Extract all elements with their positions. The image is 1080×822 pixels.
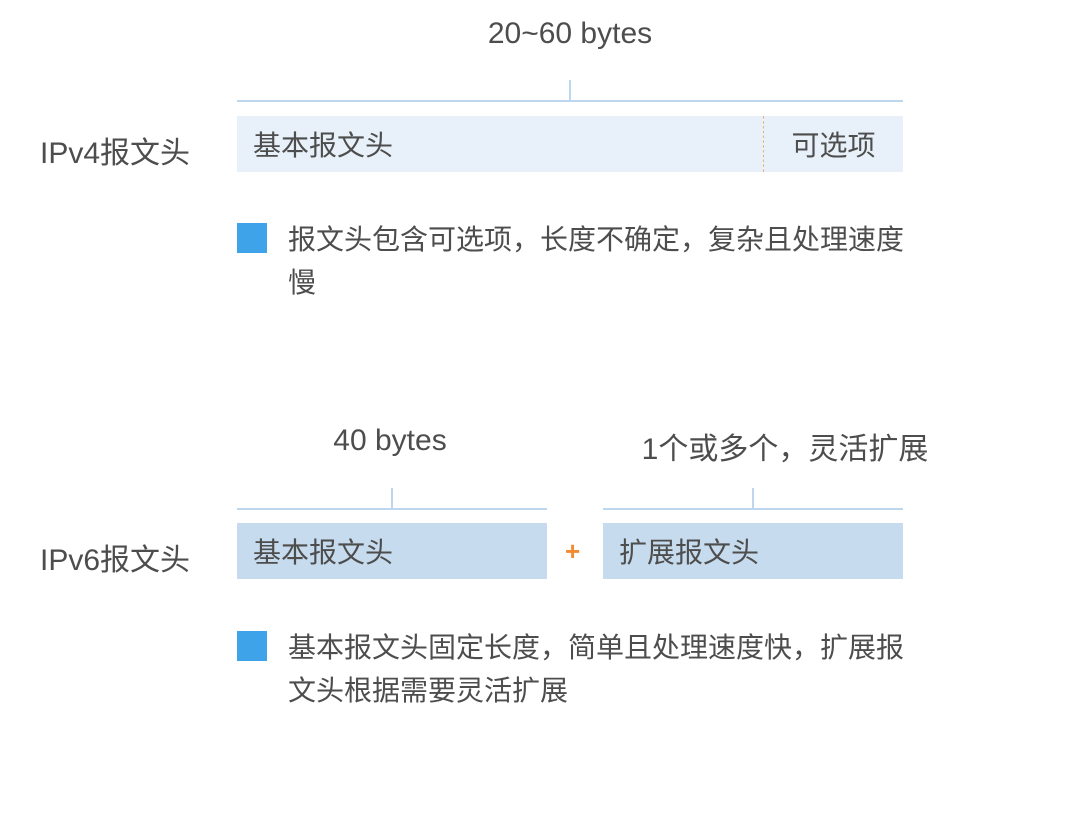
ipv6-ext-header-segment: 扩展报文头 <box>603 523 903 579</box>
ipv6-plus-separator: + <box>565 536 580 567</box>
ipv6-basic-header-bar: 基本报文头 <box>237 523 547 579</box>
ipv4-bullet-text: 报文头包含可选项，长度不确定，复杂且处理速度慢 <box>288 218 908 305</box>
ipv6-basic-size-label: 40 bytes <box>310 424 470 458</box>
ipv4-brace-tick <box>569 80 571 102</box>
ipv4-size-range-label: 20~60 bytes <box>470 17 670 51</box>
ipv6-ext-size-label: 1个或多个，灵活扩展 <box>605 424 965 468</box>
ipv6-bullet-icon <box>237 631 267 661</box>
ipv6-ext-header-bar: 扩展报文头 <box>603 523 903 579</box>
ipv6-row-label: IPv6报文头 <box>40 535 190 579</box>
diagram-canvas: 20~60 bytes IPv4报文头 基本报文头 可选项 报文头包含可选项，长… <box>0 0 1080 822</box>
ipv4-header-bar: 基本报文头 可选项 <box>237 116 903 172</box>
ipv4-basic-header-segment: 基本报文头 <box>237 116 763 172</box>
ipv6-basic-brace-tick <box>391 488 393 510</box>
ipv4-optional-segment: 可选项 <box>764 116 903 172</box>
ipv6-basic-brace <box>237 508 547 510</box>
ipv6-ext-brace-tick <box>752 488 754 510</box>
ipv6-ext-brace <box>603 508 903 510</box>
ipv6-bullet-text: 基本报文头固定长度，简单且处理速度快，扩展报文头根据需要灵活扩展 <box>288 626 908 713</box>
ipv4-brace <box>237 100 903 102</box>
ipv6-basic-header-segment: 基本报文头 <box>237 523 547 579</box>
ipv4-row-label: IPv4报文头 <box>40 128 190 172</box>
ipv4-bullet-icon <box>237 223 267 253</box>
